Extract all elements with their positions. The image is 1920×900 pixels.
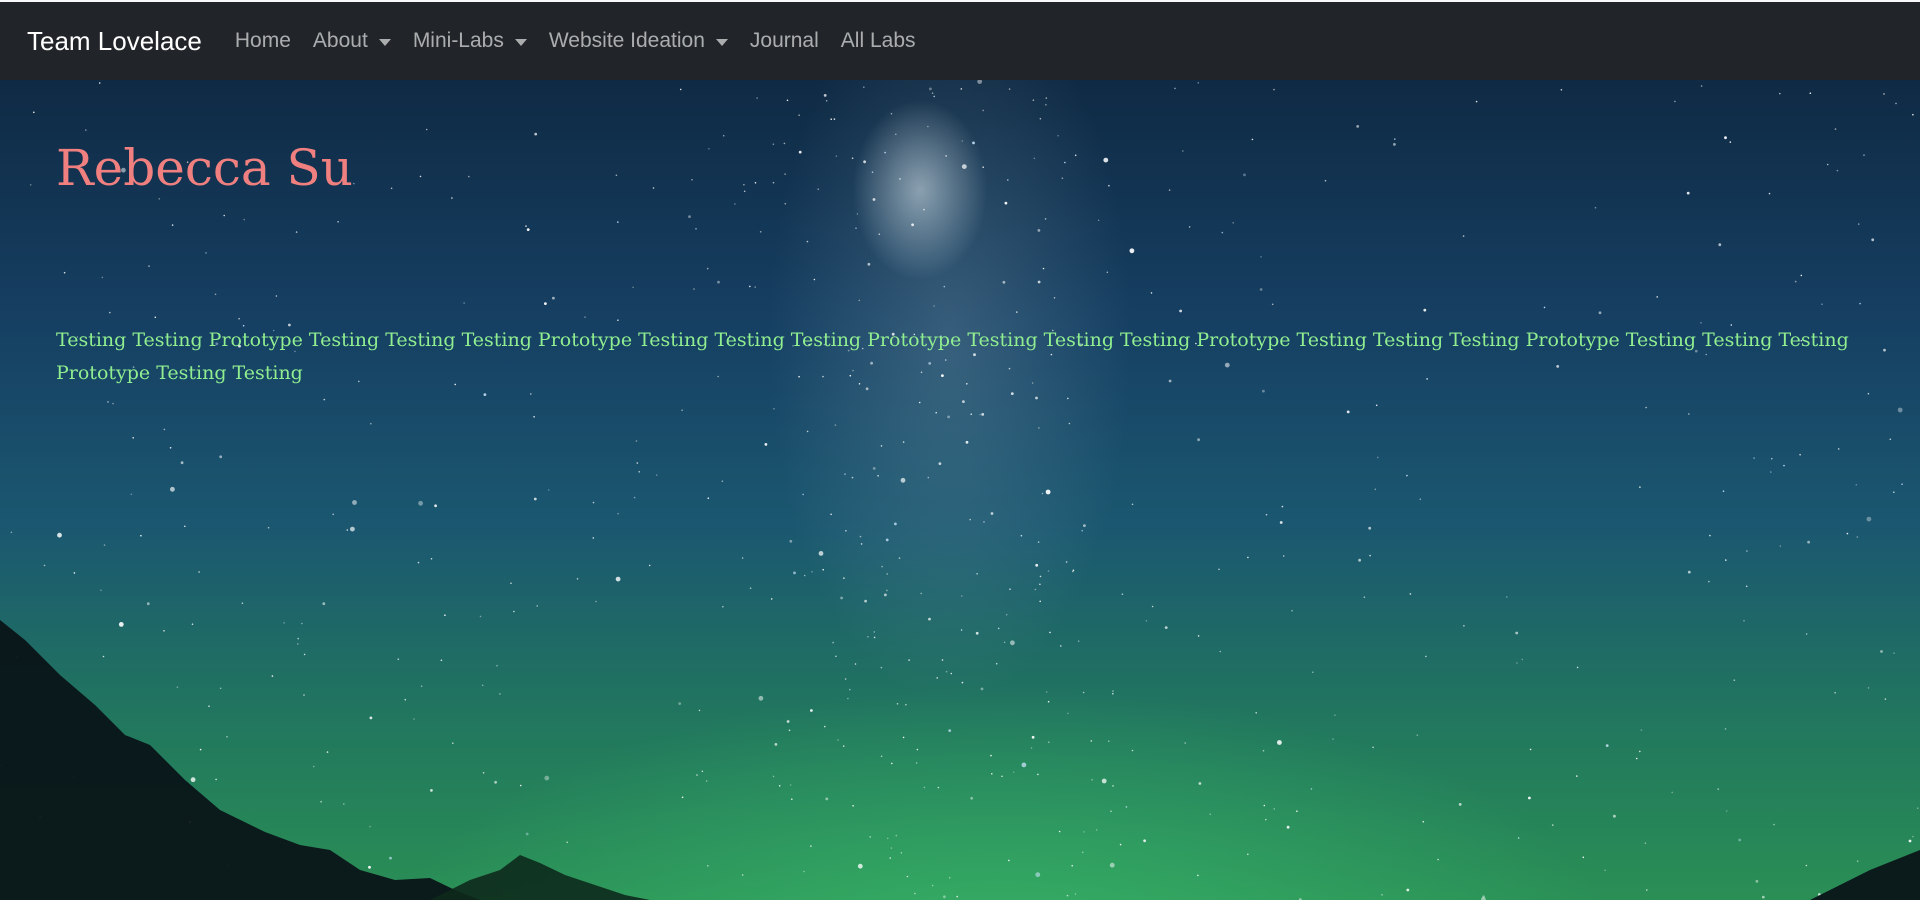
nav-item-label: All Labs	[840, 29, 916, 52]
mountain-silhouette	[0, 620, 1920, 900]
hero-background: Rebecca Su Testing Testing Prototype Tes…	[0, 80, 1920, 900]
nav-item-label: Mini-Labs	[412, 29, 504, 52]
caret-down-icon	[514, 38, 527, 46]
caret-down-icon	[378, 38, 391, 46]
nav-item-label: Website Ideation	[548, 29, 705, 52]
page: Team Lovelace Home About Mini-Labs Websi…	[0, 0, 1920, 900]
nav-item-label: Home	[234, 29, 291, 52]
nav-item-journal[interactable]: Journal	[750, 29, 819, 53]
nav-item-mini-labs[interactable]: Mini-Labs	[413, 29, 527, 53]
nav-item-about[interactable]: About	[313, 29, 391, 53]
nav-list: Home About Mini-Labs Website Ideation Jo…	[235, 29, 938, 53]
nav-item-label: About	[312, 29, 368, 52]
caret-down-icon	[715, 38, 728, 46]
navbar-brand[interactable]: Team Lovelace	[27, 26, 202, 57]
page-title: Rebecca Su	[56, 139, 353, 197]
body-paragraph: Testing Testing Prototype Testing Testin…	[56, 329, 1849, 384]
nav-item-home[interactable]: Home	[235, 29, 291, 53]
nav-item-label: Journal	[749, 29, 819, 52]
nav-item-website-ideation[interactable]: Website Ideation	[549, 29, 728, 53]
nav-item-all-labs[interactable]: All Labs	[841, 29, 916, 53]
navbar: Team Lovelace Home About Mini-Labs Websi…	[0, 2, 1920, 80]
